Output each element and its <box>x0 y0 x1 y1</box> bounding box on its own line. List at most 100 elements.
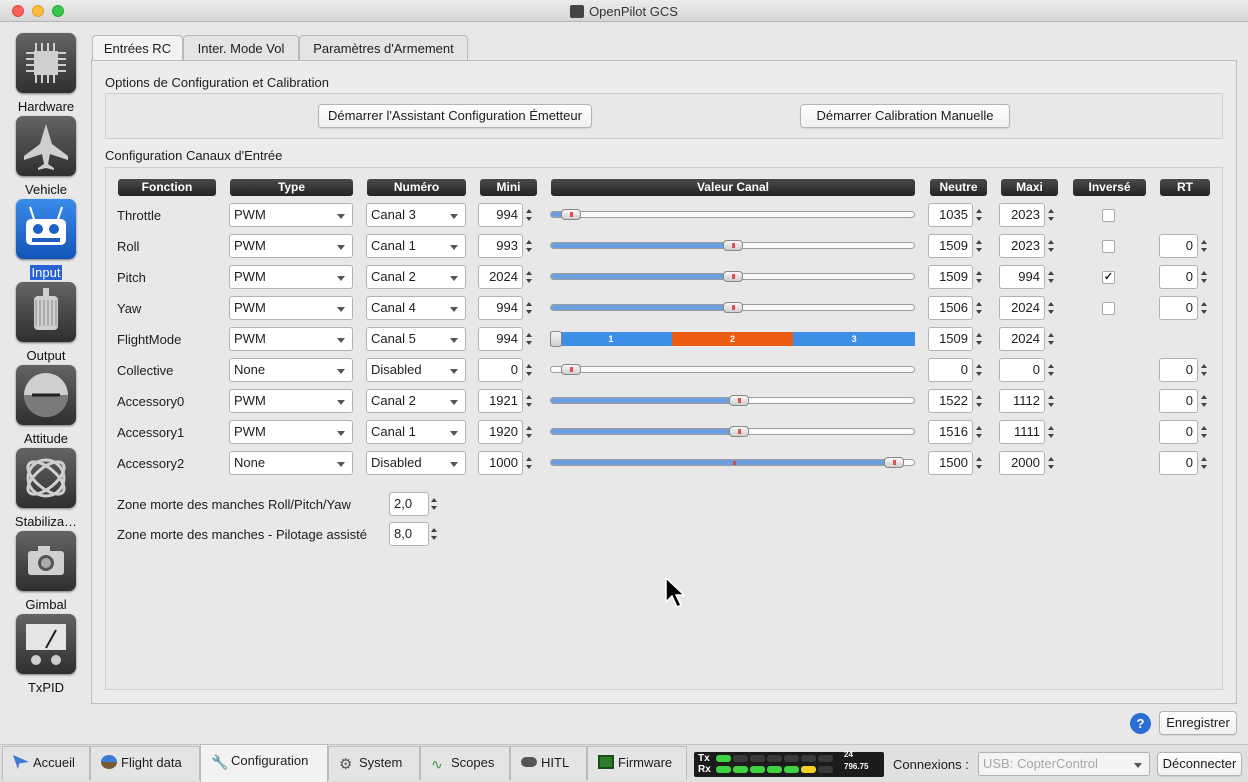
maxi-spinbox-flightmode[interactable]: 2024 <box>999 327 1045 351</box>
mini-spinbox-accessory1[interactable]: 1920 <box>478 420 523 444</box>
type-select-roll[interactable]: PWM <box>229 234 353 258</box>
maxi-spinbox-throttle[interactable]: 2023 <box>999 203 1045 227</box>
rt-stepper-accessory0[interactable] <box>1198 389 1210 413</box>
neutral-spinbox-throttle[interactable]: 1035 <box>928 203 973 227</box>
type-select-flightmode[interactable]: PWM <box>229 327 353 351</box>
neutral-spinbox-collective[interactable]: 0 <box>928 358 973 382</box>
rt-spinbox-collective[interactable]: 0 <box>1159 358 1198 382</box>
deadband-rpy-spinbox[interactable]: 2,0 <box>389 492 429 516</box>
maxi-stepper-accessory0[interactable] <box>1045 389 1057 413</box>
sidebar-item-vehicle[interactable]: Vehicle <box>6 113 86 197</box>
deadband-rpy-stepper[interactable] <box>428 492 440 516</box>
mini-stepper-collective[interactable] <box>523 358 535 382</box>
mode-tab-system[interactable]: ⚙ System <box>328 746 420 780</box>
channel-number-select-collective[interactable]: Disabled <box>366 358 466 382</box>
channel-number-select-accessory0[interactable]: Canal 2 <box>366 389 466 413</box>
maxi-stepper-yaw[interactable] <box>1045 296 1057 320</box>
start-wizard-button[interactable]: Démarrer l'Assistant Configuration Émett… <box>318 104 592 128</box>
mini-stepper-accessory2[interactable] <box>523 451 535 475</box>
neutral-stepper-yaw[interactable] <box>973 296 985 320</box>
deadband-assisted-stepper[interactable] <box>428 522 440 546</box>
disconnect-button[interactable]: Déconnecter <box>1157 752 1242 776</box>
mini-stepper-accessory1[interactable] <box>523 420 535 444</box>
sidebar-item-attitude[interactable]: Attitude <box>6 362 86 446</box>
connection-device-select[interactable]: USB: CopterControl <box>978 752 1150 776</box>
tab-inter-mode-vol[interactable]: Inter. Mode Vol <box>183 35 299 61</box>
rt-spinbox-yaw[interactable]: 0 <box>1159 296 1198 320</box>
maxi-spinbox-accessory1[interactable]: 1111 <box>999 420 1045 444</box>
neutral-stepper-accessory1[interactable] <box>973 420 985 444</box>
channel-value-slider-pitch[interactable] <box>550 271 915 282</box>
sidebar-item-input[interactable]: Input <box>6 196 86 280</box>
neutral-stepper-throttle[interactable] <box>973 203 985 227</box>
channel-value-slider-roll[interactable] <box>550 240 915 251</box>
neutral-spinbox-flightmode[interactable]: 1509 <box>928 327 973 351</box>
channel-value-slider-accessory2[interactable] <box>550 457 915 468</box>
help-icon[interactable]: ? <box>1130 713 1151 734</box>
maxi-spinbox-pitch[interactable]: 994 <box>999 265 1045 289</box>
reverse-checkbox-throttle[interactable] <box>1102 209 1115 222</box>
type-select-pitch[interactable]: PWM <box>229 265 353 289</box>
slider-handle[interactable] <box>723 271 743 282</box>
mode-tab-configuration[interactable]: 🔧 Configuration <box>200 744 328 782</box>
mode-tab-scopes[interactable]: ∿ Scopes <box>420 746 510 780</box>
mini-spinbox-accessory2[interactable]: 1000 <box>478 451 523 475</box>
reverse-checkbox-yaw[interactable] <box>1102 302 1115 315</box>
maxi-stepper-pitch[interactable] <box>1045 265 1057 289</box>
maxi-stepper-accessory1[interactable] <box>1045 420 1057 444</box>
neutral-spinbox-roll[interactable]: 1509 <box>928 234 973 258</box>
type-select-yaw[interactable]: PWM <box>229 296 353 320</box>
flightmode-slider-handle[interactable] <box>550 331 562 347</box>
mini-stepper-roll[interactable] <box>523 234 535 258</box>
mini-spinbox-pitch[interactable]: 2024 <box>478 265 523 289</box>
slider-handle[interactable] <box>561 209 581 220</box>
rt-stepper-accessory1[interactable] <box>1198 420 1210 444</box>
channel-value-slider-accessory0[interactable] <box>550 395 915 406</box>
save-button[interactable]: Enregistrer <box>1159 711 1237 735</box>
mode-tab-flight-data[interactable]: Flight data <box>90 746 200 780</box>
sidebar-item-gimbal[interactable]: Gimbal <box>6 528 86 612</box>
start-manual-calibration-button[interactable]: Démarrer Calibration Manuelle <box>800 104 1010 128</box>
mini-stepper-throttle[interactable] <box>523 203 535 227</box>
maxi-stepper-flightmode[interactable] <box>1045 327 1057 351</box>
channel-value-slider-throttle[interactable] <box>550 209 915 220</box>
channel-number-select-accessory2[interactable]: Disabled <box>366 451 466 475</box>
neutral-spinbox-accessory1[interactable]: 1516 <box>928 420 973 444</box>
channel-number-select-flightmode[interactable]: Canal 5 <box>366 327 466 351</box>
neutral-spinbox-accessory2[interactable]: 1500 <box>928 451 973 475</box>
channel-number-select-pitch[interactable]: Canal 2 <box>366 265 466 289</box>
mode-tab-firmware[interactable]: Firmware <box>587 746 687 780</box>
type-select-collective[interactable]: None <box>229 358 353 382</box>
mini-stepper-flightmode[interactable] <box>523 327 535 351</box>
rt-stepper-collective[interactable] <box>1198 358 1210 382</box>
maxi-spinbox-collective[interactable]: 0 <box>999 358 1045 382</box>
deadband-assisted-spinbox[interactable]: 8,0 <box>389 522 429 546</box>
mini-spinbox-throttle[interactable]: 994 <box>478 203 523 227</box>
maxi-stepper-roll[interactable] <box>1045 234 1057 258</box>
tab-parametres-armement[interactable]: Paramètres d'Armement <box>299 35 468 61</box>
sidebar-item-hardware[interactable]: Hardware <box>6 30 86 114</box>
mini-stepper-yaw[interactable] <box>523 296 535 320</box>
rt-spinbox-accessory2[interactable]: 0 <box>1159 451 1198 475</box>
slider-handle[interactable] <box>723 240 743 251</box>
mini-spinbox-flightmode[interactable]: 994 <box>478 327 523 351</box>
rt-spinbox-pitch[interactable]: 0 <box>1159 265 1198 289</box>
channel-value-slider-accessory1[interactable] <box>550 426 915 437</box>
channel-number-select-yaw[interactable]: Canal 4 <box>366 296 466 320</box>
maxi-spinbox-accessory0[interactable]: 1112 <box>999 389 1045 413</box>
mini-spinbox-yaw[interactable]: 994 <box>478 296 523 320</box>
type-select-accessory2[interactable]: None <box>229 451 353 475</box>
channel-number-select-roll[interactable]: Canal 1 <box>366 234 466 258</box>
mode-tab-accueil[interactable]: Accueil <box>2 746 90 780</box>
rt-stepper-accessory2[interactable] <box>1198 451 1210 475</box>
neutral-stepper-flightmode[interactable] <box>973 327 985 351</box>
sidebar-item-txpid[interactable]: TxPID <box>6 611 86 695</box>
neutral-spinbox-yaw[interactable]: 1506 <box>928 296 973 320</box>
mini-spinbox-accessory0[interactable]: 1921 <box>478 389 523 413</box>
reverse-checkbox-pitch[interactable]: ✓ <box>1102 271 1115 284</box>
slider-handle[interactable] <box>729 395 749 406</box>
neutral-stepper-roll[interactable] <box>973 234 985 258</box>
rt-stepper-pitch[interactable] <box>1198 265 1210 289</box>
maxi-spinbox-accessory2[interactable]: 2000 <box>999 451 1045 475</box>
maxi-spinbox-yaw[interactable]: 2024 <box>999 296 1045 320</box>
